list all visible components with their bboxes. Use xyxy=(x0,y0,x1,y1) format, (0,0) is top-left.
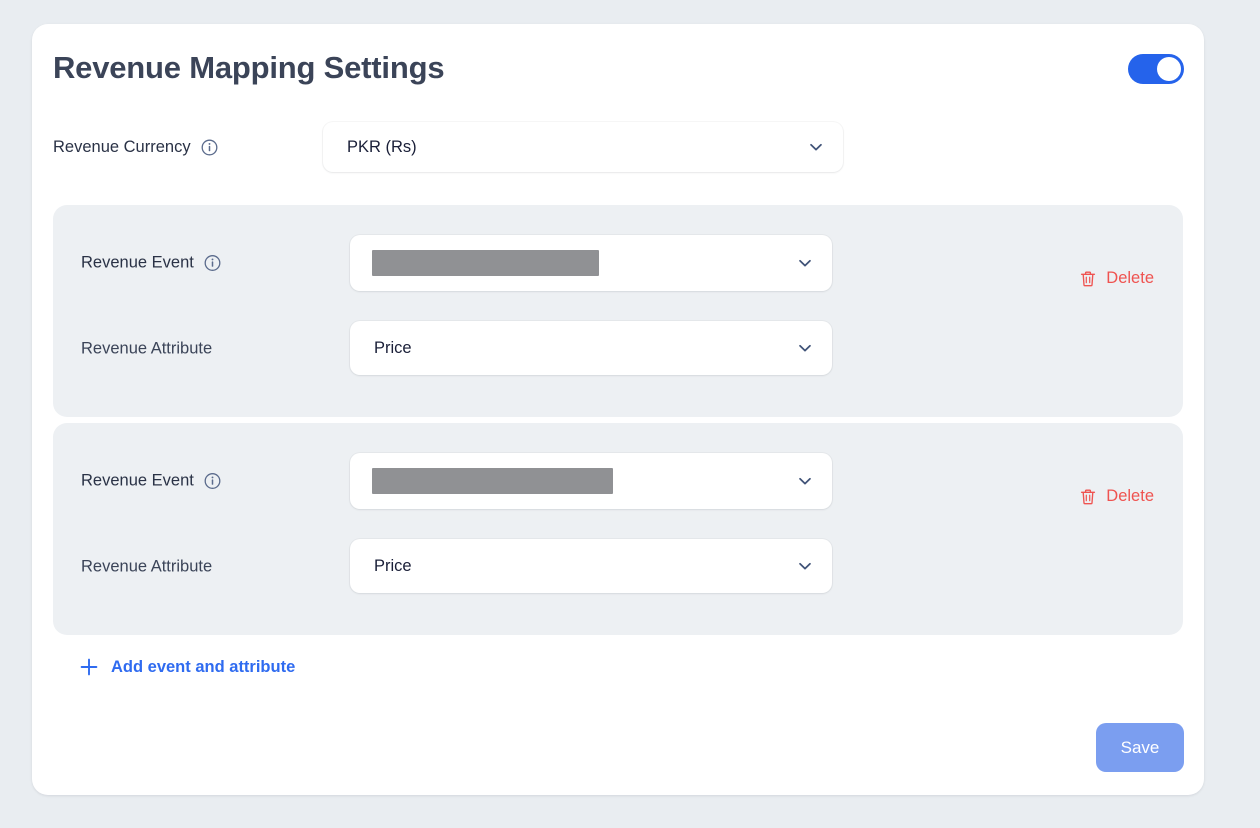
revenue-currency-value: PKR (Rs) xyxy=(347,137,417,156)
revenue-attribute-row: Revenue Attribute Price xyxy=(53,321,1183,377)
revenue-attribute-label-group: Revenue Attribute xyxy=(81,558,212,577)
revenue-event-label-group: Revenue Event xyxy=(81,472,221,491)
revenue-attribute-label-group: Revenue Attribute xyxy=(81,340,212,359)
revenue-attribute-select[interactable]: Price xyxy=(350,539,832,593)
chevron-down-icon xyxy=(796,557,814,575)
plus-icon xyxy=(79,657,99,677)
delete-event-label: Delete xyxy=(1106,269,1154,287)
settings-page: Revenue Mapping Settings Revenue Currenc… xyxy=(0,0,1260,828)
revenue-event-row: Revenue Event Delete xyxy=(53,235,1183,291)
revenue-event-value-redacted xyxy=(372,250,599,276)
info-icon[interactable] xyxy=(204,473,221,490)
enable-revenue-mapping-toggle[interactable] xyxy=(1128,54,1184,84)
trash-icon xyxy=(1079,270,1097,288)
add-event-and-attribute-button[interactable]: Add event and attribute xyxy=(75,653,299,681)
revenue-attribute-row: Revenue Attribute Price xyxy=(53,539,1183,595)
page-title: Revenue Mapping Settings xyxy=(53,50,445,85)
revenue-event-card: Revenue Event Delete Revenue Attribute P… xyxy=(53,423,1183,635)
revenue-event-label-group: Revenue Event xyxy=(81,254,221,273)
add-event-and-attribute-label: Add event and attribute xyxy=(111,657,296,676)
save-button[interactable]: Save xyxy=(1096,723,1184,772)
delete-event-button[interactable]: Delete xyxy=(1077,267,1156,290)
delete-event-label: Delete xyxy=(1106,487,1154,505)
panel-header: Revenue Mapping Settings xyxy=(32,24,1204,116)
revenue-attribute-label: Revenue Attribute xyxy=(81,339,213,358)
info-icon[interactable] xyxy=(204,255,221,272)
revenue-currency-select[interactable]: PKR (Rs) xyxy=(323,122,843,172)
trash-icon xyxy=(1079,488,1097,506)
chevron-down-icon xyxy=(796,339,814,357)
revenue-attribute-label: Revenue Attribute xyxy=(81,557,213,576)
revenue-event-label: Revenue Event xyxy=(81,471,194,490)
delete-event-button[interactable]: Delete xyxy=(1077,485,1156,508)
toggle-knob xyxy=(1157,57,1181,81)
revenue-mapping-panel: Revenue Mapping Settings Revenue Currenc… xyxy=(32,24,1204,795)
revenue-currency-row: Revenue Currency PKR (Rs) xyxy=(32,122,1204,182)
revenue-currency-label-group: Revenue Currency xyxy=(53,138,218,157)
chevron-down-icon xyxy=(807,138,825,156)
chevron-down-icon xyxy=(796,472,814,490)
revenue-attribute-value: Price xyxy=(374,338,412,357)
revenue-event-card: Revenue Event Delete Revenue Attribute P… xyxy=(53,205,1183,417)
revenue-event-select[interactable] xyxy=(350,235,832,291)
revenue-event-label: Revenue Event xyxy=(81,253,194,272)
revenue-attribute-select[interactable]: Price xyxy=(350,321,832,375)
revenue-attribute-value: Price xyxy=(374,556,412,575)
revenue-event-select[interactable] xyxy=(350,453,832,509)
revenue-event-value-redacted xyxy=(372,468,613,494)
revenue-currency-label: Revenue Currency xyxy=(53,138,191,156)
revenue-event-row: Revenue Event Delete xyxy=(53,453,1183,509)
chevron-down-icon xyxy=(796,254,814,272)
info-icon[interactable] xyxy=(201,139,218,156)
